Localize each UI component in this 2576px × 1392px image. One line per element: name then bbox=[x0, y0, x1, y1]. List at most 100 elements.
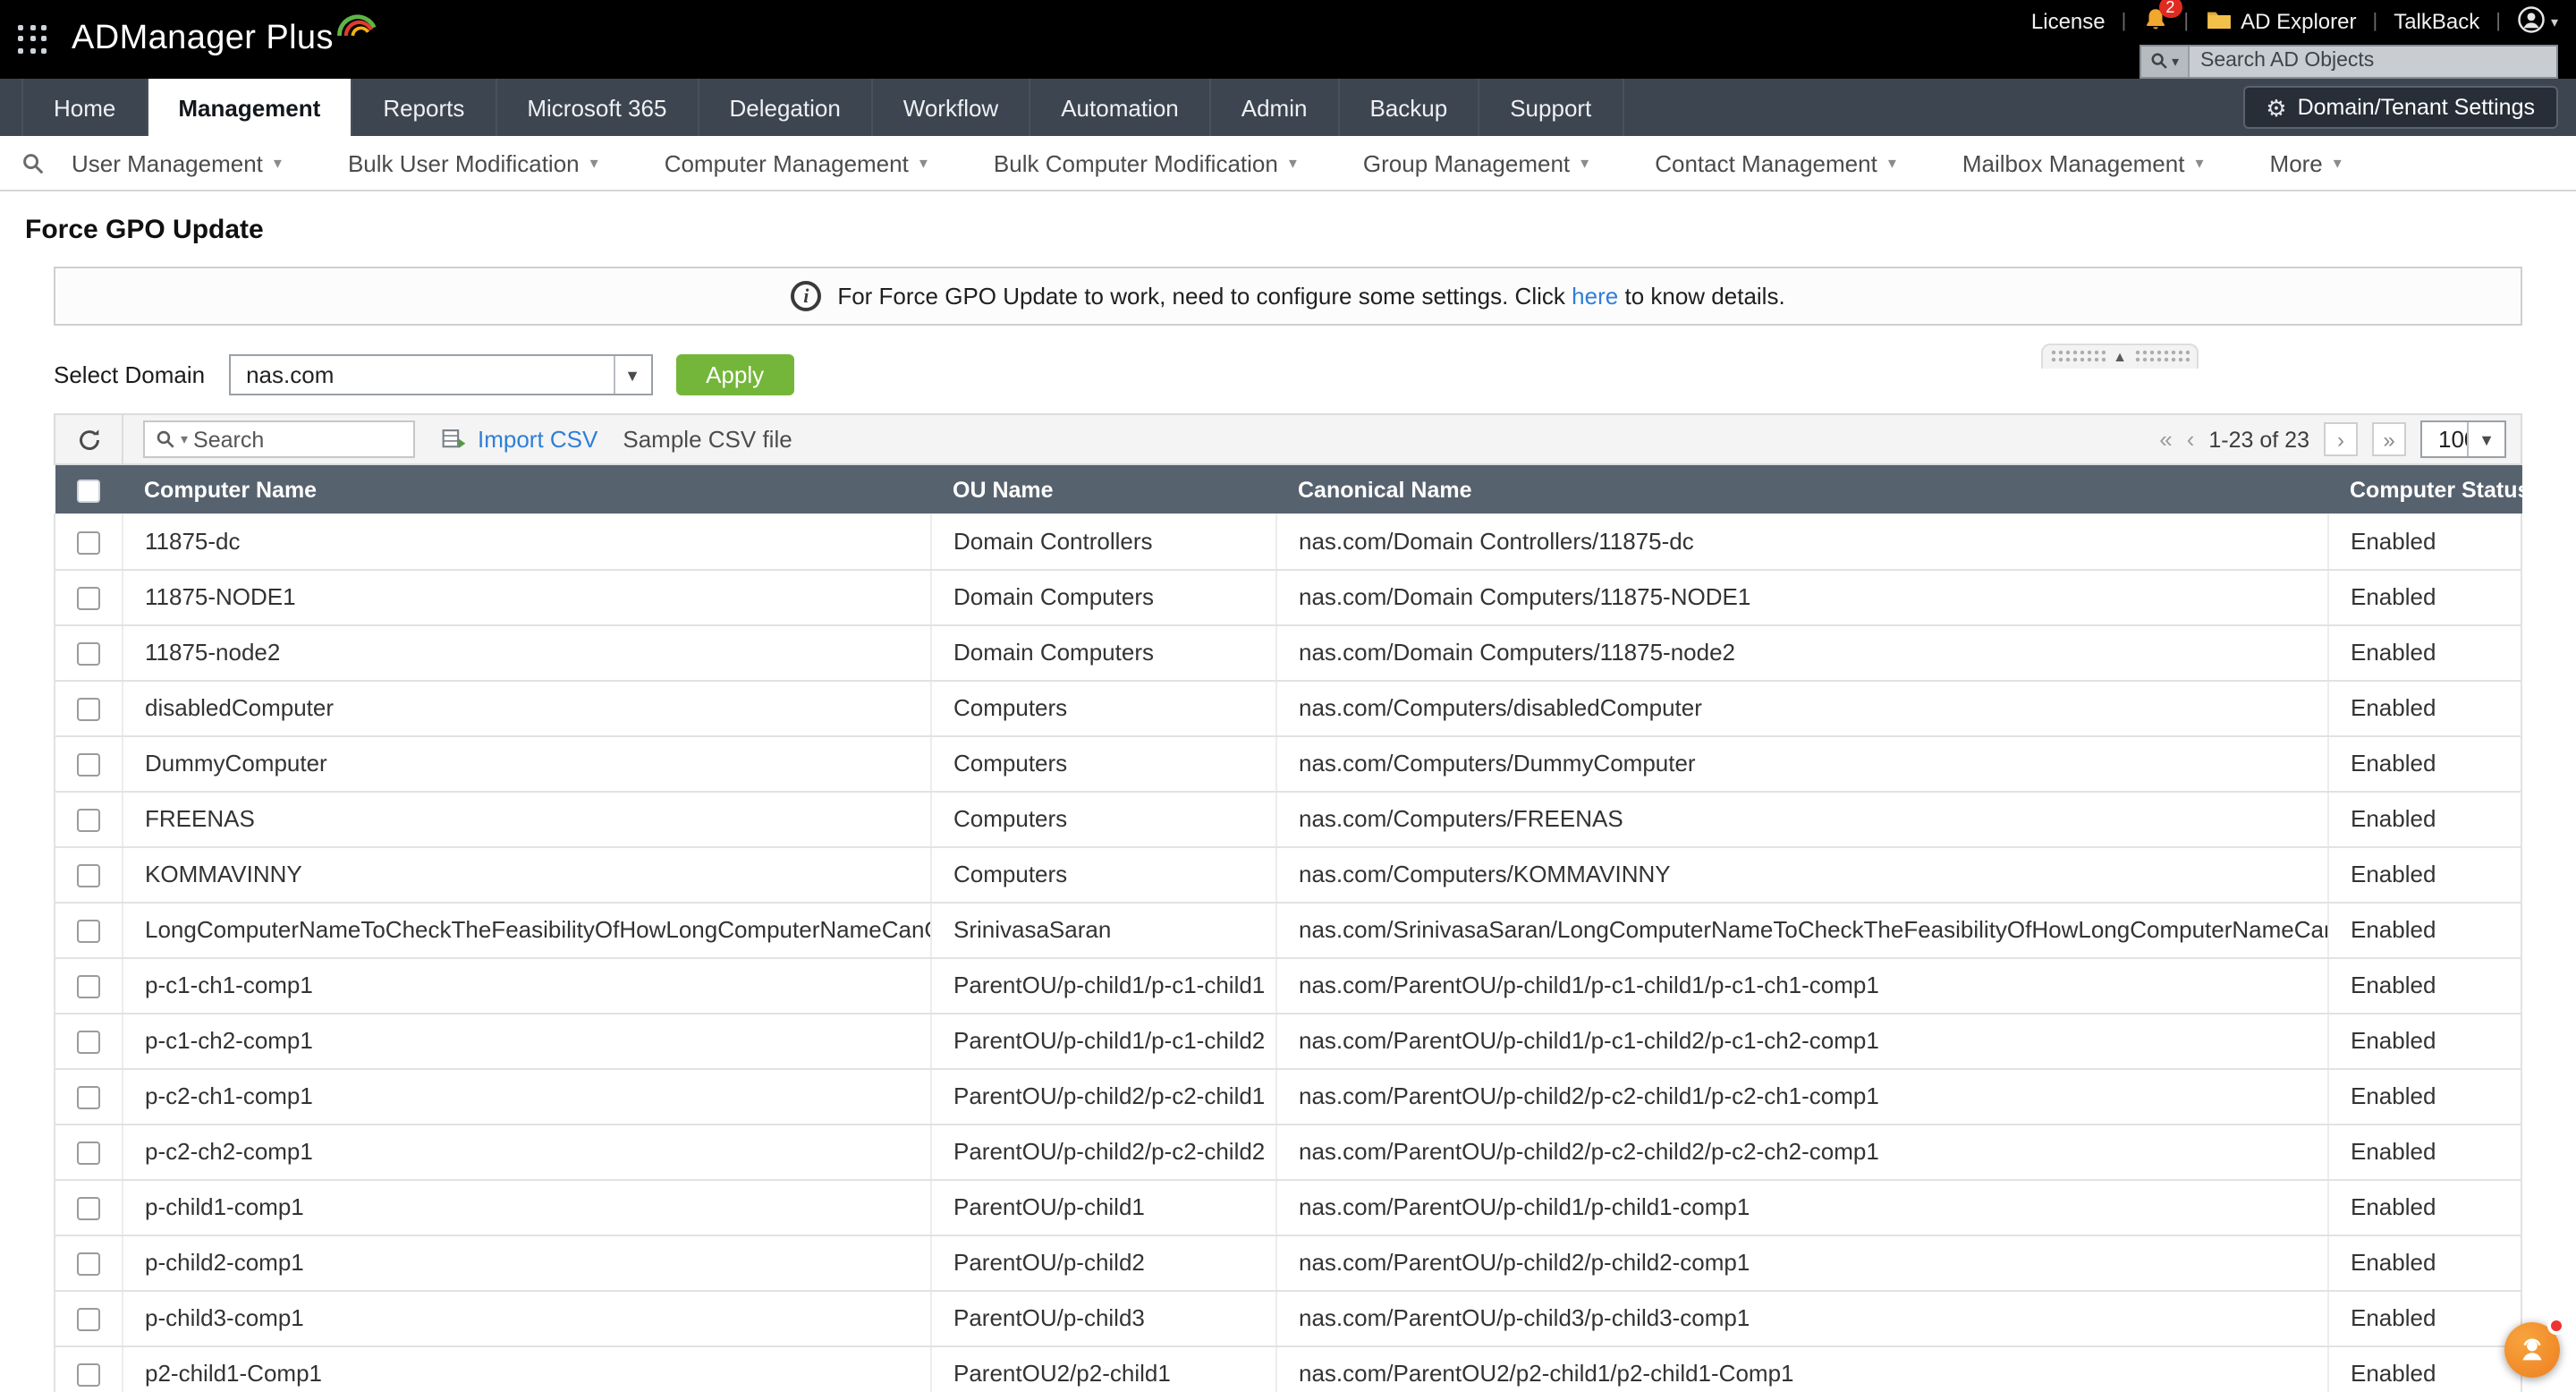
table-row[interactable]: p-child3-comp1 ParentOU/p-child3 nas.com… bbox=[55, 1290, 2521, 1345]
separator: | bbox=[2122, 11, 2127, 32]
subnav-item[interactable]: More ▾ bbox=[2270, 149, 2342, 176]
chevron-down-icon: ▾ bbox=[919, 153, 928, 173]
table-row[interactable]: 11875-dc Domain Controllers nas.com/Doma… bbox=[55, 514, 2521, 569]
nav-tab[interactable]: Support bbox=[1479, 79, 1623, 136]
row-checkbox[interactable] bbox=[77, 1363, 100, 1387]
row-checkbox[interactable] bbox=[77, 1142, 100, 1165]
select-all-checkbox[interactable] bbox=[77, 479, 100, 502]
row-checkbox[interactable] bbox=[77, 864, 100, 887]
nav-tab[interactable]: Microsoft 365 bbox=[496, 79, 699, 136]
table-row[interactable]: p-c1-ch2-comp1 ParentOU/p-child1/p-c1-ch… bbox=[55, 1013, 2521, 1068]
page-size-select[interactable]: 100 ▼ bbox=[2420, 420, 2506, 458]
nav-tab[interactable]: Delegation bbox=[699, 79, 872, 136]
next-page-button[interactable]: › bbox=[2324, 422, 2358, 456]
cell-canonical-name: nas.com/Domain Computers/11875-NODE1 bbox=[1276, 569, 2328, 624]
drag-dots-icon bbox=[2050, 349, 2106, 365]
cell-ou-name: ParentOU/p-child1 bbox=[931, 1179, 1276, 1235]
search-scope-button[interactable]: ▾ bbox=[2141, 46, 2190, 76]
table-search-input[interactable] bbox=[193, 427, 402, 452]
refresh-button[interactable] bbox=[55, 415, 123, 463]
table-row[interactable]: FREENAS Computers nas.com/Computers/FREE… bbox=[55, 791, 2521, 846]
here-link[interactable]: here bbox=[1572, 283, 1618, 310]
nav-tab[interactable]: Home bbox=[21, 79, 148, 136]
table-row[interactable]: 11875-NODE1 Domain Computers nas.com/Dom… bbox=[55, 569, 2521, 624]
row-checkbox[interactable] bbox=[77, 1252, 100, 1276]
row-checkbox[interactable] bbox=[77, 698, 100, 721]
row-checkbox-cell bbox=[55, 791, 123, 846]
nav-tab[interactable]: Backup bbox=[1339, 79, 1479, 136]
primary-nav-tabs: HomeManagementReportsMicrosoft 365Delega… bbox=[0, 79, 1623, 136]
first-page-button[interactable]: « bbox=[2159, 426, 2172, 453]
table-row[interactable]: p2-child1-Comp1 ParentOU2/p2-child1 nas.… bbox=[55, 1345, 2521, 1392]
table-row[interactable]: p-child2-comp1 ParentOU/p-child2 nas.com… bbox=[55, 1235, 2521, 1290]
support-chat-button[interactable] bbox=[2504, 1322, 2560, 1378]
column-ou-name[interactable]: OU Name bbox=[931, 465, 1276, 514]
table-row[interactable]: p-c2-ch2-comp1 ParentOU/p-child2/p-c2-ch… bbox=[55, 1124, 2521, 1179]
row-checkbox[interactable] bbox=[77, 642, 100, 666]
row-checkbox[interactable] bbox=[77, 587, 100, 610]
row-checkbox[interactable] bbox=[77, 1086, 100, 1109]
cell-canonical-name: nas.com/ParentOU/p-child2/p-c2-child1/p-… bbox=[1276, 1068, 2328, 1124]
subnav-item[interactable]: User Management ▾ bbox=[72, 149, 282, 176]
subnav-item[interactable]: Bulk User Modification ▾ bbox=[348, 149, 598, 176]
user-menu-button[interactable]: ▾ bbox=[2517, 4, 2558, 38]
cell-canonical-name: nas.com/ParentOU/p-child2/p-child2-comp1 bbox=[1276, 1235, 2328, 1290]
cell-computer-name: 11875-dc bbox=[123, 514, 931, 569]
row-checkbox[interactable] bbox=[77, 809, 100, 832]
sample-csv-link[interactable]: Sample CSV file bbox=[623, 426, 792, 453]
management-subnav: User Management ▾ Bulk User Modification… bbox=[0, 136, 2576, 191]
cell-computer-name: p-c2-ch1-comp1 bbox=[123, 1068, 931, 1124]
license-link[interactable]: License bbox=[2031, 9, 2106, 34]
subnav-search-button[interactable] bbox=[11, 151, 54, 174]
import-csv-link[interactable]: Import CSV bbox=[442, 426, 597, 453]
subnav-item[interactable]: Computer Management ▾ bbox=[665, 149, 928, 176]
talkback-link[interactable]: TalkBack bbox=[2394, 9, 2479, 34]
subnav-item[interactable]: Mailbox Management ▾ bbox=[1962, 149, 2204, 176]
search-ad-objects-input[interactable] bbox=[2190, 50, 2556, 72]
table-row[interactable]: 11875-node2 Domain Computers nas.com/Dom… bbox=[55, 624, 2521, 680]
pagination-range: 1-23 of 23 bbox=[2208, 427, 2309, 452]
domain-tenant-settings-button[interactable]: ⚙ Domain/Tenant Settings bbox=[2242, 86, 2558, 129]
cell-computer-name: p2-child1-Comp1 bbox=[123, 1345, 931, 1392]
nav-tab[interactable]: Workflow bbox=[873, 79, 1030, 136]
table-row[interactable]: p-c2-ch1-comp1 ParentOU/p-child2/p-c2-ch… bbox=[55, 1068, 2521, 1124]
notifications-button[interactable]: 2 bbox=[2142, 6, 2167, 37]
table-row[interactable]: disabledComputer Computers nas.com/Compu… bbox=[55, 680, 2521, 735]
row-checkbox[interactable] bbox=[77, 975, 100, 998]
panel-collapse-handle[interactable]: ▲ bbox=[2041, 344, 2199, 369]
column-computer-name[interactable]: Computer Name bbox=[123, 465, 931, 514]
subnav-item[interactable]: Group Management ▾ bbox=[1363, 149, 1589, 176]
row-checkbox[interactable] bbox=[77, 1197, 100, 1220]
subnav-item[interactable]: Bulk Computer Modification ▾ bbox=[994, 149, 1297, 176]
row-checkbox[interactable] bbox=[77, 920, 100, 943]
subnav-item[interactable]: Contact Management ▾ bbox=[1655, 149, 1896, 176]
domain-select[interactable]: nas.com ▼ bbox=[228, 354, 652, 395]
last-page-button[interactable]: » bbox=[2372, 422, 2406, 456]
apps-grid-icon[interactable] bbox=[18, 24, 48, 55]
nav-tab[interactable]: Automation bbox=[1030, 79, 1211, 136]
prev-page-button[interactable]: ‹ bbox=[2187, 426, 2195, 453]
table-row[interactable]: p-child1-comp1 ParentOU/p-child1 nas.com… bbox=[55, 1179, 2521, 1235]
nav-tab[interactable]: Management bbox=[148, 79, 352, 136]
row-checkbox[interactable] bbox=[77, 753, 100, 777]
row-checkbox[interactable] bbox=[77, 531, 100, 555]
nav-tab[interactable]: Reports bbox=[352, 79, 496, 136]
column-computer-status[interactable]: Computer Status bbox=[2328, 465, 2521, 514]
apply-button[interactable]: Apply bbox=[675, 354, 794, 395]
row-checkbox[interactable] bbox=[77, 1031, 100, 1054]
table-row[interactable]: LongComputerNameToCheckTheFeasibilityOfH… bbox=[55, 902, 2521, 957]
table-row[interactable]: DummyComputer Computers nas.com/Computer… bbox=[55, 735, 2521, 791]
cell-ou-name: Domain Controllers bbox=[931, 514, 1276, 569]
ad-explorer-link[interactable]: AD Explorer bbox=[2205, 8, 2356, 35]
cell-ou-name: Domain Computers bbox=[931, 569, 1276, 624]
table-row[interactable]: KOMMAVINNY Computers nas.com/Computers/K… bbox=[55, 846, 2521, 902]
info-icon: i bbox=[791, 281, 821, 311]
banner-text: For Force GPO Update to work, need to co… bbox=[837, 283, 1784, 310]
cell-computer-name: KOMMAVINNY bbox=[123, 846, 931, 902]
table-row[interactable]: p-c1-ch1-comp1 ParentOU/p-child1/p-c1-ch… bbox=[55, 957, 2521, 1013]
topbar-links: License | 2 | bbox=[2031, 4, 2558, 38]
column-canonical-name[interactable]: Canonical Name bbox=[1276, 465, 2328, 514]
brand-logo[interactable]: ADManager Plus bbox=[72, 20, 378, 59]
row-checkbox[interactable] bbox=[77, 1308, 100, 1331]
nav-tab[interactable]: Admin bbox=[1211, 79, 1340, 136]
